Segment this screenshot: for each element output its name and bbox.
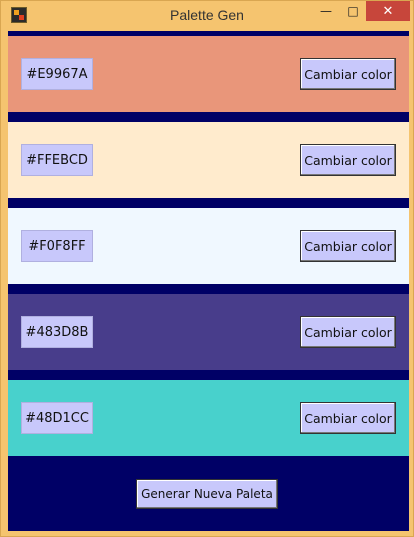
minimize-button[interactable]: —	[312, 1, 340, 21]
hex-label-5: #48D1CC	[21, 402, 93, 434]
color-strip-2: #FFEBCD Cambiar color	[8, 122, 409, 198]
change-color-button-4[interactable]: Cambiar color	[300, 316, 396, 348]
close-icon: ✕	[382, 3, 394, 19]
change-color-button-5[interactable]: Cambiar color	[300, 402, 396, 434]
hex-label-4: #483D8B	[21, 316, 93, 348]
hex-label-3: #F0F8FF	[21, 230, 93, 262]
maximize-icon: □	[347, 4, 359, 18]
color-strip-4: #483D8B Cambiar color	[8, 294, 409, 370]
generate-palette-button[interactable]: Generar Nueva Paleta	[136, 479, 278, 509]
maximize-button[interactable]: □	[340, 1, 366, 21]
color-strip-5: #48D1CC Cambiar color	[8, 380, 409, 456]
change-color-button-2[interactable]: Cambiar color	[300, 144, 396, 176]
close-button[interactable]: ✕	[366, 1, 410, 21]
color-strip-1: #E9967A Cambiar color	[8, 36, 409, 112]
palette-area: #E9967A Cambiar color #FFEBCD Cambiar co…	[8, 31, 409, 531]
color-strip-3: #F0F8FF Cambiar color	[8, 208, 409, 284]
title-bar[interactable]: Palette Gen — □ ✕	[1, 1, 413, 31]
hex-label-2: #FFEBCD	[21, 144, 93, 176]
hex-label-1: #E9967A	[21, 58, 93, 90]
app-window: Palette Gen — □ ✕ #E9967A Cambiar color …	[0, 0, 414, 537]
change-color-button-1[interactable]: Cambiar color	[300, 58, 396, 90]
minimize-icon: —	[320, 4, 332, 18]
change-color-button-3[interactable]: Cambiar color	[300, 230, 396, 262]
